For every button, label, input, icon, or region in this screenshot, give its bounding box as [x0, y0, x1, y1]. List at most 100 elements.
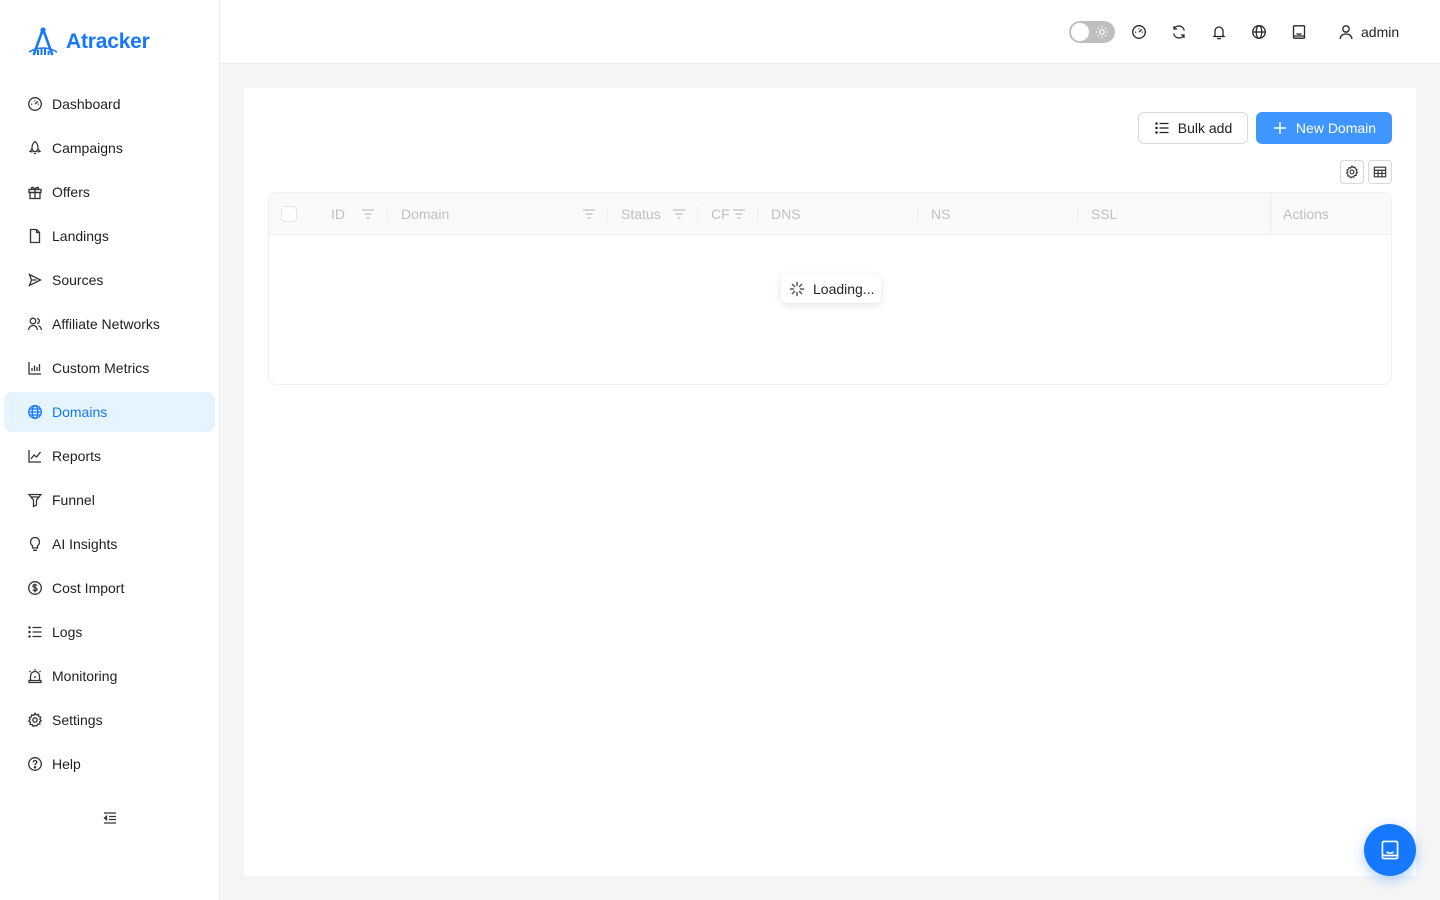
column-label: DNS [771, 206, 801, 222]
user-icon [1339, 25, 1353, 40]
theme-toggle[interactable] [1069, 21, 1115, 43]
sidebar-item-ai-insights[interactable]: AI Insights [4, 524, 215, 564]
app-name: Atracker [66, 30, 150, 53]
gear-icon [1345, 165, 1359, 179]
sidebar-item-domains[interactable]: Domains [4, 392, 215, 432]
column-label: NS [931, 206, 951, 222]
globe-icon [26, 403, 44, 421]
sidebar-collapse-button[interactable] [100, 808, 120, 828]
sidebar-item-dashboard[interactable]: Dashboard [4, 84, 215, 124]
plus-icon [1273, 122, 1286, 134]
spinner-icon [789, 281, 805, 297]
sidebar-menu: Dashboard Campaigns Offers Landings Sour… [4, 84, 215, 788]
refresh-icon [1173, 25, 1185, 39]
menu-fold-icon [103, 812, 116, 824]
sidebar-item-label: Campaigns [52, 140, 123, 156]
sidebar-item-funnel[interactable]: Funnel [4, 480, 215, 520]
assistant-icon [1381, 840, 1399, 860]
sidebar-item-campaigns[interactable]: Campaigns [4, 128, 215, 168]
new-domain-label: New Domain [1295, 120, 1377, 136]
user-menu[interactable]: admin [1337, 20, 1399, 44]
sidebar-item-label: Dashboard [52, 96, 121, 112]
logo-icon [28, 27, 58, 56]
column-divider [607, 206, 608, 222]
sidebar: Atracker Dashboard Campaigns Offers Land… [0, 0, 220, 900]
sidebar-item-label: Cost Import [52, 580, 125, 596]
column-label: CF [711, 206, 730, 222]
users-icon [26, 315, 44, 333]
column-label: Actions [1283, 206, 1329, 222]
sidebar-item-settings[interactable]: Settings [4, 700, 215, 740]
logo[interactable]: Atracker [26, 26, 150, 58]
loading-indicator: Loading... [781, 275, 881, 303]
bulk-add-label: Bulk add [1177, 120, 1233, 136]
sidebar-item-label: Help [52, 756, 81, 772]
sidebar-item-label: AI Insights [52, 536, 118, 552]
bell-icon [1212, 26, 1226, 40]
gear-icon [26, 711, 44, 729]
domains-table: ID Domain Status CF DNS NS SSL Actions L… [268, 192, 1392, 385]
column-divider [387, 206, 388, 222]
column-header-cf[interactable]: CF [711, 193, 730, 235]
column-header-ssl[interactable]: SSL [1091, 193, 1117, 235]
file-icon [26, 227, 44, 245]
floating-assistant-button[interactable] [1364, 824, 1416, 876]
sun-icon [1096, 26, 1108, 38]
table-settings-button[interactable] [1340, 160, 1364, 184]
header-dashboard-button[interactable] [1129, 22, 1149, 42]
filter-icon[interactable] [732, 207, 746, 221]
sidebar-item-label: Affiliate Networks [52, 316, 160, 332]
column-divider [757, 206, 758, 222]
assistant-button[interactable] [1289, 22, 1309, 42]
sidebar-item-label: Domains [52, 404, 108, 420]
column-header-ns[interactable]: NS [931, 193, 950, 235]
filter-icon[interactable] [582, 207, 596, 221]
loading-text: Loading... [813, 281, 875, 297]
sidebar-item-landings[interactable]: Landings [4, 216, 215, 256]
top-header: admin [220, 0, 1440, 64]
sidebar-item-logs[interactable]: Logs [4, 612, 215, 652]
dollar-icon [26, 579, 44, 597]
column-label: ID [331, 206, 345, 222]
send-icon [26, 271, 44, 289]
sidebar-item-cost-import[interactable]: Cost Import [4, 568, 215, 608]
column-header-id[interactable]: ID [331, 193, 345, 235]
sidebar-item-help[interactable]: Help [4, 744, 215, 784]
sidebar-item-affiliate-networks[interactable]: Affiliate Networks [4, 304, 215, 344]
toggle-knob [1071, 23, 1089, 41]
sidebar-item-label: Logs [52, 624, 83, 640]
notifications-button[interactable] [1209, 22, 1229, 42]
sidebar-item-label: Monitoring [52, 668, 118, 684]
dashboard-icon [26, 95, 44, 113]
table-header: ID Domain Status CF DNS NS SSL Actions [269, 193, 1391, 235]
column-header-domain[interactable]: Domain [401, 193, 449, 235]
column-divider [917, 206, 918, 222]
filter-icon[interactable] [672, 207, 686, 221]
bulk-add-button[interactable]: Bulk add [1138, 112, 1248, 144]
globe-icon [1252, 25, 1266, 39]
assistant-icon [1292, 25, 1306, 39]
column-header-status[interactable]: Status [621, 193, 661, 235]
select-all-checkbox[interactable] [281, 206, 297, 222]
sidebar-item-label: Sources [52, 272, 104, 288]
sidebar-item-reports[interactable]: Reports [4, 436, 215, 476]
column-divider [1077, 206, 1078, 222]
sidebar-item-sources[interactable]: Sources [4, 260, 215, 300]
gift-icon [26, 183, 44, 201]
sidebar-item-monitoring[interactable]: Monitoring [4, 656, 215, 696]
question-icon [26, 755, 44, 773]
language-button[interactable] [1249, 22, 1269, 42]
filter-icon[interactable] [361, 207, 375, 221]
alarm-icon [26, 667, 44, 685]
sidebar-item-custom-metrics[interactable]: Custom Metrics [4, 348, 215, 388]
new-domain-button[interactable]: New Domain [1256, 112, 1392, 144]
column-label: SSL [1091, 206, 1118, 222]
column-label: Status [621, 206, 661, 222]
refresh-button[interactable] [1169, 22, 1189, 42]
table-columns-button[interactable] [1368, 160, 1392, 184]
sidebar-item-offers[interactable]: Offers [4, 172, 215, 212]
rocket-icon [26, 139, 44, 157]
column-header-dns[interactable]: DNS [771, 193, 801, 235]
list-icon [1154, 122, 1169, 134]
sidebar-item-label: Landings [52, 228, 109, 244]
